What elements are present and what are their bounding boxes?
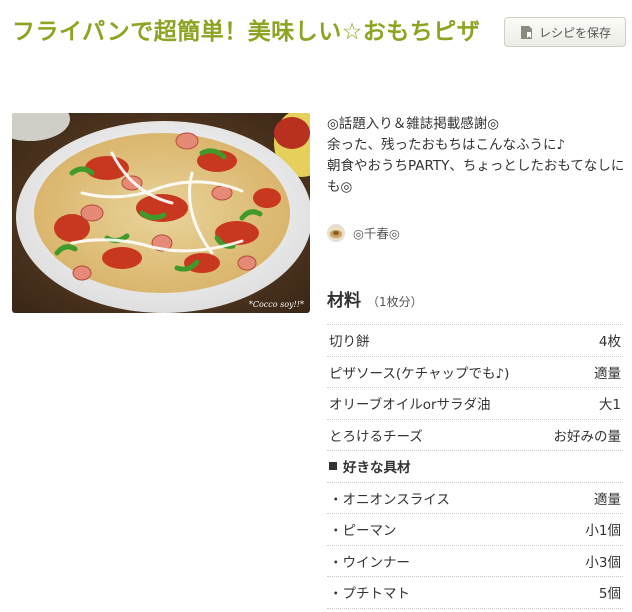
ingredient-row: ・オニオンスライス 適量	[327, 483, 623, 514]
recipe-title: フライパンで超簡単！美味しい☆おもちピザ	[12, 19, 481, 45]
ingredient-row: とろけるチーズ お好みの量	[327, 420, 623, 451]
ingredient-quantity: 適量	[594, 365, 621, 382]
ingredients-list: 切り餅 4枚 ピザソース(ケチャップでも♪) 適量 オリーブオイルorサラダ油 …	[327, 324, 623, 609]
ingredient-name: ・オニオンスライス	[329, 491, 450, 508]
ingredient-name: ・プチトマト	[329, 586, 410, 603]
ingredient-row: オリーブオイルorサラダ油 大1	[327, 388, 623, 420]
ingredient-quantity: 4枚	[598, 334, 621, 351]
recipe-description: ◎話題入り＆雑誌掲載感謝◎ 余った、残ったおもちはこんなふうに♪ 朝食やおうちP…	[327, 116, 625, 195]
ingredient-name: 切り餅	[329, 334, 370, 351]
ingredient-name: オリーブオイルorサラダ油	[329, 397, 491, 414]
ingredient-name: とろけるチーズ	[329, 428, 423, 445]
ingredient-name: ・ウインナー	[329, 554, 410, 571]
ingredient-name: ピザソース(ケチャップでも♪)	[329, 365, 510, 382]
ingredient-quantity: 小3個	[585, 554, 621, 571]
ingredient-quantity: お好みの量	[553, 428, 622, 445]
ingredient-row: ピザソース(ケチャップでも♪) 適量	[327, 357, 623, 388]
author-avatar	[327, 223, 345, 242]
ingredient-group-header: 好きな具材	[327, 451, 623, 483]
square-bullet-icon	[329, 462, 337, 471]
ingredient-quantity: 5個	[598, 586, 621, 603]
recipe-photo[interactable]: *Cocco soy!!*	[12, 113, 310, 313]
author-name: ◎千春◎	[353, 226, 400, 241]
ingredient-row: 切り餅 4枚	[327, 325, 623, 357]
ingredient-row: ・ピーマン 小1個	[327, 514, 623, 546]
ingredient-name: ・ピーマン	[329, 523, 397, 540]
ingredients-heading: 材料	[327, 291, 361, 311]
ingredients-header: 材料 （1枚分）	[327, 286, 423, 311]
photo-watermark: *Cocco soy!!*	[249, 300, 304, 309]
author-link[interactable]: ◎千春◎	[327, 223, 400, 242]
ingredient-row: ・プチトマト 5個	[327, 577, 623, 609]
ingredients-servings: （1枚分）	[367, 295, 423, 309]
ingredient-quantity: 大1	[598, 397, 621, 414]
ingredient-row: ・ウインナー 小3個	[327, 546, 623, 577]
save-recipe-label: レシピを保存	[538, 25, 611, 40]
ingredient-quantity: 適量	[594, 491, 621, 508]
ingredient-group-label: 好きな具材	[343, 460, 411, 477]
ingredient-quantity: 小1個	[585, 523, 621, 540]
save-recipe-button[interactable]: レシピを保存	[504, 17, 626, 47]
bookmark-icon	[519, 25, 534, 40]
